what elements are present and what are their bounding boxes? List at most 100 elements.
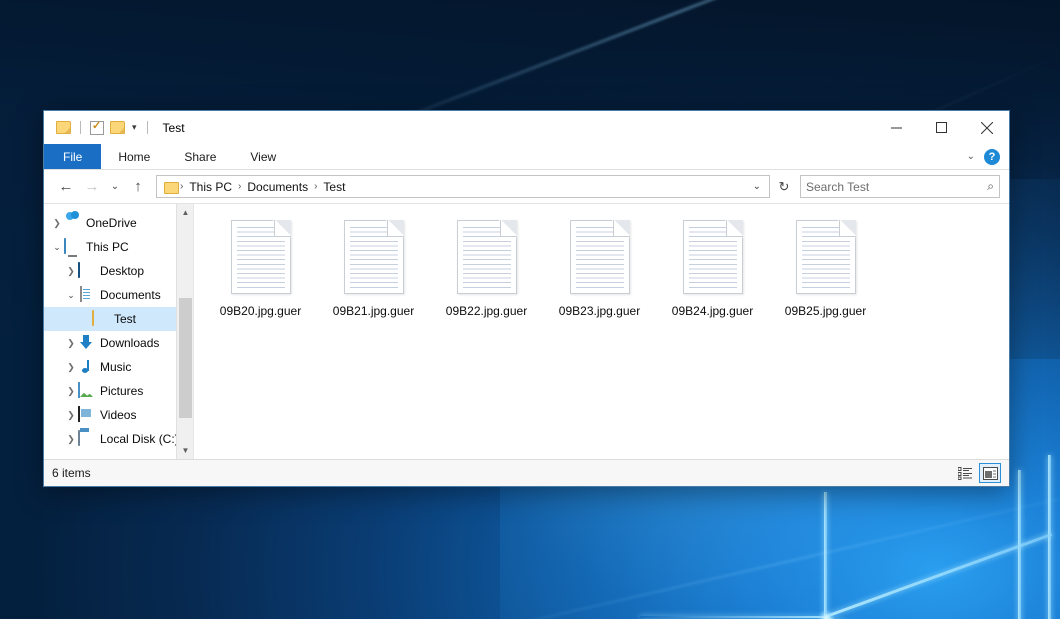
- maximize-button[interactable]: [919, 111, 964, 144]
- sidebar-item-label: Videos: [100, 408, 136, 422]
- sidebar-item-label: Music: [100, 360, 131, 374]
- sidebar-item-documents[interactable]: ⌄ Documents: [44, 283, 193, 307]
- file-name: 09B24.jpg.guer: [672, 304, 753, 318]
- breadcrumb-item-this-pc[interactable]: This PC: [184, 180, 237, 194]
- help-icon[interactable]: ?: [984, 149, 1000, 165]
- breadcrumb-item-test[interactable]: Test: [318, 180, 350, 194]
- window-controls: [874, 111, 1009, 144]
- file-list-pane[interactable]: 09B20.jpg.guer 09B21.jpg.guer 09B22.jpg.…: [194, 204, 1009, 459]
- chevron-right-icon[interactable]: ❯: [50, 218, 64, 229]
- details-view-button[interactable]: [954, 463, 976, 483]
- quick-access-toolbar: ▾: [44, 121, 151, 135]
- file-item[interactable]: 09B22.jpg.guer: [430, 218, 543, 318]
- generic-file-icon: [796, 220, 856, 294]
- chevron-right-icon[interactable]: ❯: [64, 266, 78, 277]
- address-bar: ← → ⌄ ↑ › This PC › Documents › Test ⌄ ↻…: [44, 170, 1009, 203]
- pictures-icon: [78, 383, 94, 399]
- disk-icon: [78, 431, 94, 447]
- toolbar-divider: [147, 121, 148, 134]
- breadcrumb-item-documents[interactable]: Documents: [242, 180, 313, 194]
- search-input[interactable]: [806, 180, 987, 194]
- chevron-down-icon[interactable]: ⌄: [50, 242, 64, 253]
- computer-icon: [64, 239, 80, 255]
- chevron-right-icon[interactable]: ❯: [64, 362, 78, 373]
- sidebar-item-onedrive[interactable]: ❯ OneDrive: [44, 211, 193, 235]
- sidebar-item-test[interactable]: Test: [44, 307, 193, 331]
- breadcrumb: › This PC › Documents › Test: [179, 180, 747, 194]
- explorer-body: ❯ OneDrive ⌄ This PC ❯ Desktop: [44, 203, 1009, 459]
- properties-icon[interactable]: [90, 121, 104, 135]
- sidebar-item-label: Documents: [100, 288, 161, 302]
- sidebar-item-this-pc[interactable]: ⌄ This PC: [44, 235, 193, 259]
- sidebar-item-label: Local Disk (C:): [100, 432, 179, 446]
- sidebar-item-label: This PC: [86, 240, 129, 254]
- search-box[interactable]: ⌕: [800, 175, 1000, 198]
- file-name: 09B22.jpg.guer: [446, 304, 527, 318]
- scroll-down-icon[interactable]: ▼: [177, 442, 194, 459]
- music-icon: [78, 359, 94, 375]
- tab-home[interactable]: Home: [101, 144, 167, 169]
- generic-file-icon: [231, 220, 291, 294]
- windows-logo-line: [824, 492, 827, 619]
- view-mode-buttons: [954, 463, 1001, 483]
- sidebar-item-videos[interactable]: ❯ Videos: [44, 403, 193, 427]
- file-name: 09B21.jpg.guer: [333, 304, 414, 318]
- sidebar-item-local-disk-c[interactable]: ❯ Local Disk (C:): [44, 427, 193, 451]
- chevron-down-icon[interactable]: ▾: [131, 123, 138, 132]
- back-button[interactable]: ←: [53, 174, 79, 200]
- windows-logo-node: [818, 610, 834, 619]
- close-button[interactable]: [964, 111, 1009, 144]
- folder-icon[interactable]: [56, 121, 71, 134]
- search-icon[interactable]: ⌕: [987, 179, 994, 194]
- file-explorer-window: ▾ Test File Home Share View: [43, 110, 1010, 487]
- file-item[interactable]: 09B23.jpg.guer: [543, 218, 656, 318]
- sidebar-item-downloads[interactable]: ❯ Downloads: [44, 331, 193, 355]
- tab-share[interactable]: Share: [167, 144, 233, 169]
- file-item[interactable]: 09B20.jpg.guer: [204, 218, 317, 318]
- sidebar-item-pictures[interactable]: ❯ Pictures: [44, 379, 193, 403]
- sidebar-item-label: Test: [114, 312, 136, 326]
- file-item[interactable]: 09B21.jpg.guer: [317, 218, 430, 318]
- video-icon: [78, 407, 94, 423]
- refresh-icon[interactable]: ↻: [772, 175, 796, 198]
- new-folder-icon[interactable]: [110, 121, 125, 134]
- folder-tree: ❯ OneDrive ⌄ This PC ❯ Desktop: [44, 204, 193, 451]
- file-grid: 09B20.jpg.guer 09B21.jpg.guer 09B22.jpg.…: [194, 204, 1009, 318]
- sidebar-item-label: Downloads: [100, 336, 159, 350]
- status-bar: 6 items: [44, 459, 1009, 486]
- chevron-down-icon[interactable]: ⌄: [64, 290, 78, 301]
- chevron-right-icon[interactable]: ❯: [64, 386, 78, 397]
- navigation-pane-scrollbar[interactable]: ▲ ▼: [176, 204, 193, 459]
- tab-file[interactable]: File: [44, 144, 101, 169]
- navigation-pane: ❯ OneDrive ⌄ This PC ❯ Desktop: [44, 204, 194, 459]
- generic-file-icon: [344, 220, 404, 294]
- file-item[interactable]: 09B24.jpg.guer: [656, 218, 769, 318]
- file-item[interactable]: 09B25.jpg.guer: [769, 218, 882, 318]
- scrollbar-thumb[interactable]: [179, 298, 192, 418]
- desktop-background: ▾ Test File Home Share View: [0, 0, 1060, 619]
- windows-logo-line: [640, 616, 830, 618]
- file-name: 09B25.jpg.guer: [785, 304, 866, 318]
- breadcrumb-bar[interactable]: › This PC › Documents › Test ⌄: [156, 175, 770, 198]
- cloud-icon: [64, 215, 80, 231]
- toolbar-divider: [80, 121, 81, 134]
- chevron-right-icon[interactable]: ❯: [64, 434, 78, 445]
- title-bar: ▾ Test: [44, 111, 1009, 144]
- chevron-right-icon[interactable]: ❯: [64, 410, 78, 421]
- minimize-button[interactable]: [874, 111, 919, 144]
- up-button[interactable]: ↑: [125, 174, 151, 200]
- windows-logo-line: [1048, 455, 1051, 619]
- sidebar-item-label: OneDrive: [86, 216, 137, 230]
- sidebar-item-music[interactable]: ❯ Music: [44, 355, 193, 379]
- chevron-right-icon[interactable]: ❯: [64, 338, 78, 349]
- sidebar-item-desktop[interactable]: ❯ Desktop: [44, 259, 193, 283]
- tab-view[interactable]: View: [233, 144, 293, 169]
- ribbon-tab-bar: File Home Share View ⌄ ?: [44, 144, 1009, 170]
- scroll-up-icon[interactable]: ▲: [177, 204, 194, 221]
- generic-file-icon: [457, 220, 517, 294]
- recent-locations-icon[interactable]: ⌄: [105, 174, 125, 200]
- chevron-down-icon[interactable]: ⌄: [967, 151, 975, 162]
- large-icons-view-button[interactable]: [979, 463, 1001, 483]
- file-name: 09B20.jpg.guer: [220, 304, 301, 318]
- chevron-down-icon[interactable]: ⌄: [747, 181, 767, 192]
